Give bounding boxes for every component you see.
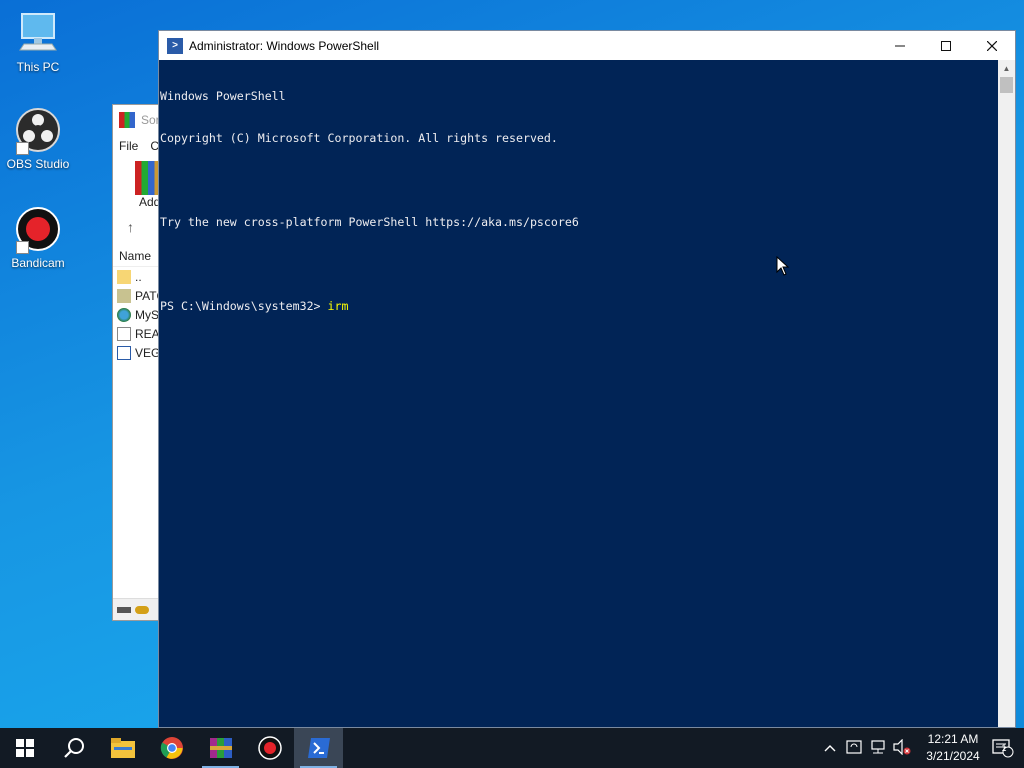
maximize-button[interactable] — [923, 31, 969, 60]
action-center-button[interactable]: 1 — [988, 738, 1024, 758]
taskbar: 12:21 AM 3/21/2024 1 — [0, 728, 1024, 768]
taskbar-chrome[interactable] — [147, 728, 196, 768]
console-line: Copyright (C) Microsoft Corporation. All… — [160, 131, 558, 145]
volume-muted-icon — [893, 738, 911, 755]
vertical-scrollbar[interactable]: ▲ — [998, 60, 1015, 727]
tray-app-icon[interactable] — [842, 739, 866, 758]
shortcut-arrow-icon — [16, 241, 29, 254]
bandicam-icon — [14, 206, 62, 254]
file-explorer-icon — [110, 738, 135, 758]
search-icon — [63, 738, 84, 758]
minimize-button[interactable] — [877, 31, 923, 60]
powershell-icon — [307, 738, 330, 758]
clock-date: 3/21/2024 — [926, 749, 980, 763]
sync-icon — [846, 739, 862, 754]
archive-icon — [117, 288, 131, 303]
window-title: Administrator: Windows PowerShell — [189, 38, 380, 53]
clock[interactable]: 12:21 AM 3/21/2024 — [918, 731, 988, 765]
globe-icon — [117, 307, 131, 322]
powershell-window[interactable]: > Administrator: Windows PowerShell Wind… — [158, 30, 1016, 728]
taskbar-file-explorer[interactable] — [98, 728, 147, 768]
start-icon — [15, 739, 34, 757]
show-hidden-icons-button[interactable] — [818, 741, 842, 755]
bandicam-icon — [257, 736, 282, 760]
console-prompt: PS C:\Windows\system32> — [160, 299, 328, 313]
scroll-up-icon[interactable]: ▲ — [998, 60, 1015, 77]
close-button[interactable] — [969, 31, 1015, 60]
winrar-icon — [119, 112, 135, 128]
start-button[interactable] — [0, 728, 49, 768]
clock-time: 12:21 AM — [927, 732, 979, 746]
computer-icon — [14, 10, 62, 58]
maximize-icon — [941, 40, 951, 51]
scrollbar-thumb[interactable] — [1000, 77, 1013, 93]
system-tray: 12:21 AM 3/21/2024 1 — [818, 728, 1024, 768]
console-command[interactable]: irm — [328, 299, 349, 313]
powershell-icon: > — [167, 37, 183, 54]
console-line: Windows PowerShell — [160, 89, 286, 103]
obs-icon — [14, 107, 62, 155]
chevron-up-icon — [824, 745, 836, 752]
menu-file[interactable]: File — [119, 139, 138, 153]
taskbar-bandicam[interactable] — [245, 728, 294, 768]
desktop-icon-this-pc[interactable]: This PC — [0, 10, 76, 74]
close-icon — [987, 40, 997, 51]
network-button[interactable] — [866, 739, 890, 758]
console-line: Try the new cross-platform PowerShell ht… — [160, 215, 579, 229]
search-button[interactable] — [49, 728, 98, 768]
folder-icon — [117, 269, 131, 284]
taskbar-winrar[interactable] — [196, 728, 245, 768]
notification-count: 1 — [1001, 743, 1007, 753]
desktop-icon-label: OBS Studio — [6, 157, 70, 171]
chrome-icon — [160, 737, 183, 759]
minimize-icon — [895, 45, 905, 46]
key-icon — [135, 605, 149, 614]
text-file-icon — [117, 326, 131, 341]
volume-button[interactable] — [890, 738, 914, 758]
powershell-titlebar[interactable]: > Administrator: Windows PowerShell — [159, 31, 1015, 60]
desktop-icon-label: This PC — [16, 60, 60, 74]
taskbar-powershell[interactable] — [294, 728, 343, 768]
desktop-icon-obs-studio[interactable]: OBS Studio — [0, 107, 76, 171]
console-input-line[interactable]: PS C:\Windows\system32> irm — [160, 299, 1000, 313]
desktop-icon-bandicam[interactable]: Bandicam — [0, 206, 76, 270]
desktop-icon-label: Bandicam — [11, 256, 65, 270]
winrar-icon — [209, 738, 232, 758]
shortcut-arrow-icon — [16, 142, 29, 155]
app-window-icon — [117, 345, 131, 360]
console-output[interactable]: Windows PowerShell Copyright (C) Microso… — [159, 60, 1000, 727]
network-icon — [871, 739, 885, 753]
archiver-title: Sor — [141, 113, 160, 127]
drive-icon — [117, 606, 131, 613]
list-item-label: .. — [135, 269, 142, 284]
